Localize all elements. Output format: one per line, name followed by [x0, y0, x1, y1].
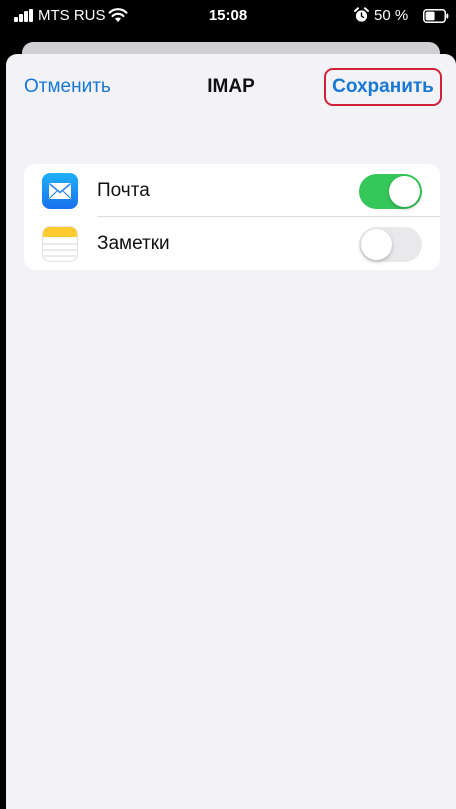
mail-label: Почта: [97, 180, 150, 201]
save-button[interactable]: Сохранить: [324, 68, 442, 106]
navigation-bar: Отменить IMAP Сохранить: [6, 54, 456, 122]
services-list: Почта Заметки: [24, 164, 440, 270]
list-item-notes: Заметки: [24, 217, 440, 270]
notes-toggle[interactable]: [359, 227, 422, 262]
toggle-knob: [389, 176, 420, 207]
mail-toggle[interactable]: [359, 174, 422, 209]
mail-icon: [42, 173, 78, 209]
status-bar: MTS RUS 15:08 50 %: [0, 0, 456, 38]
battery-percent: 50 %: [374, 7, 409, 24]
imap-settings-sheet: Отменить IMAP Сохранить Почта Заметки: [6, 54, 456, 809]
toggle-knob: [361, 229, 392, 260]
notes-icon: [42, 226, 78, 262]
battery-icon: [423, 9, 449, 23]
list-item-mail: Почта: [24, 164, 440, 217]
alarm-icon: [354, 7, 369, 22]
notes-label: Заметки: [97, 233, 170, 254]
